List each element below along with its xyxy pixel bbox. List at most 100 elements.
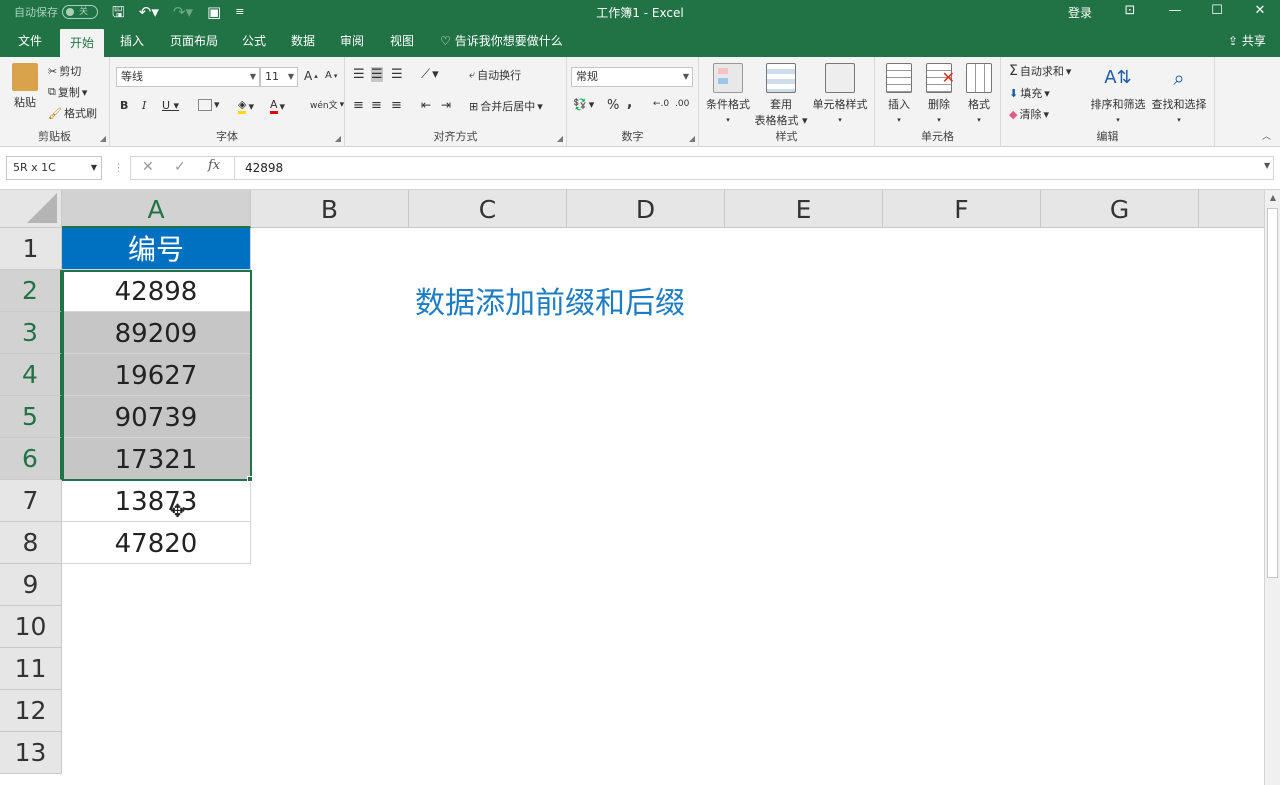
tab-view[interactable]: 视图 [380,26,424,57]
bold-button[interactable]: B [120,99,128,112]
accounting-format-button[interactable]: 💱 ▾ [573,98,594,111]
tab-review[interactable]: 审阅 [330,26,374,57]
cell-a3[interactable]: 89209 [62,312,251,354]
increase-font-size-button[interactable]: A ▴ [304,69,318,83]
column-header-h[interactable] [1199,190,1264,228]
cell-a4[interactable]: 19627 [62,354,251,396]
tab-data[interactable]: 数据 [281,26,325,57]
clipboard-launcher-icon[interactable]: ◢ [100,134,106,143]
format-as-table-button[interactable]: 套用 表格格式 ▾ [753,63,809,128]
name-box[interactable]: 5R x 1C ▼ [6,156,102,180]
row-header-5[interactable]: 5 [0,396,62,438]
cut-button[interactable]: ✂ 剪切 [48,63,81,79]
worksheet-grid[interactable]: A B C D E F G 1 2 3 4 5 6 7 8 9 10 11 12… [0,190,1264,785]
number-format-select[interactable]: 常规 ▼ [571,67,693,87]
middle-align-button[interactable]: ☰ [371,67,383,82]
print-preview-icon[interactable]: ▣ [207,3,221,21]
fill-handle[interactable] [247,476,253,482]
italic-button[interactable]: I [142,99,146,112]
autosave-toggle[interactable]: 关 [62,5,98,19]
row-header-3[interactable]: 3 [0,312,62,354]
font-launcher-icon[interactable]: ◢ [335,134,341,143]
undo-icon[interactable]: ↶▾ [139,3,159,21]
cell-a5[interactable]: 90739 [62,396,251,438]
maximize-button[interactable]: ☐ [1197,0,1237,24]
align-left-button[interactable]: ≡ [353,98,364,113]
font-size-select[interactable]: 11 ▼ [260,67,298,87]
increase-decimal-button[interactable]: ←.0 [653,99,669,109]
decrease-indent-button[interactable]: ⇤ [421,98,431,112]
cell-a6[interactable]: 17321 [62,438,251,480]
cell-a2[interactable]: 42898 [62,270,251,312]
row-header-7[interactable]: 7 [0,480,62,522]
merge-center-button[interactable]: ⊞ 合并后居中 ▾ [469,98,543,114]
bottom-align-button[interactable]: ☰ [391,67,403,82]
column-header-b[interactable]: B [251,190,409,228]
ribbon-display-options-icon[interactable]: ⊡ [1110,0,1150,24]
row-header-12[interactable]: 12 [0,690,62,732]
tab-page-layout[interactable]: 页面布局 [160,26,228,57]
cell-a7[interactable]: 13873 [62,480,251,522]
sort-filter-button[interactable]: A⇅ 排序和筛选 ▾ [1089,63,1147,125]
row-header-11[interactable]: 11 [0,648,62,690]
column-header-f[interactable]: F [883,190,1041,228]
row-header-8[interactable]: 8 [0,522,62,564]
number-launcher-icon[interactable]: ◢ [689,134,695,143]
tab-home[interactable]: 开始 [60,29,105,57]
column-header-d[interactable]: D [567,190,725,228]
row-header-10[interactable]: 10 [0,606,62,648]
scroll-up-icon[interactable]: ▲ [1265,190,1280,206]
find-select-button[interactable]: ⌕ 查找和选择 ▾ [1149,63,1209,125]
top-align-button[interactable]: ☰ [353,67,365,82]
note-text[interactable]: 数据添加前缀和后缀 [415,278,685,322]
decrease-font-size-button[interactable]: A ▾ [325,70,337,81]
column-header-c[interactable]: C [409,190,567,228]
redo-icon[interactable]: ↷▾ [173,3,193,21]
column-header-e[interactable]: E [725,190,883,228]
autosum-button[interactable]: Σ 自动求和 ▾ [1009,63,1071,79]
sign-in-link[interactable]: 登录 [1068,4,1092,21]
tab-file[interactable]: 文件 [8,26,52,57]
borders-button[interactable]: ▾ [198,98,220,111]
row-header-4[interactable]: 4 [0,354,62,396]
save-icon[interactable]: 🖫 [112,3,125,21]
row-header-9[interactable]: 9 [0,564,62,606]
tell-me-search[interactable]: ♡ 告诉我你想要做什么 [440,26,563,57]
row-header-2[interactable]: 2 [0,270,62,312]
row-header-1[interactable]: 1 [0,228,62,270]
format-cells-button[interactable]: 格式 ▾ [961,63,997,125]
minimize-button[interactable]: — [1155,0,1195,24]
delete-cells-button[interactable]: ✕ 删除 ▾ [921,63,957,125]
select-all-button[interactable] [0,190,62,228]
percent-style-button[interactable]: % [607,98,619,113]
fill-button[interactable]: ⬇ 填充 ▾ [1009,85,1050,101]
comma-style-button[interactable]: , [627,95,632,111]
collapse-ribbon-icon[interactable]: ︿ [1262,129,1271,142]
column-header-a[interactable]: A [62,190,251,228]
tab-formulas[interactable]: 公式 [232,26,276,57]
expand-formula-icon[interactable]: ▼ [1264,161,1270,170]
font-name-select[interactable]: 等线 ▼ [116,67,260,87]
formula-input[interactable]: 42898 [234,156,1274,180]
underline-button[interactable]: U ▾ [162,99,179,112]
fill-color-button[interactable]: ◈ ▾ [238,98,254,114]
tab-insert[interactable]: 插入 [110,26,154,57]
column-header-g[interactable]: G [1041,190,1199,228]
cell-a1[interactable]: 编号 [62,228,251,270]
conditional-formatting-button[interactable]: 条件格式 ▾ [703,63,753,125]
share-button[interactable]: ⇪ 共享 [1228,26,1266,57]
align-center-button[interactable]: ≡ [371,98,382,113]
enter-check-icon[interactable]: ✓ [174,159,186,175]
increase-indent-button[interactable]: ⇥ [441,98,451,112]
align-right-button[interactable]: ≡ [391,98,402,113]
row-header-6[interactable]: 6 [0,438,62,480]
vertical-scrollbar[interactable]: ▲ [1264,190,1280,785]
decrease-decimal-button[interactable]: .00 [675,99,689,109]
clear-button[interactable]: ◆ 清除 ▾ [1009,106,1049,122]
autosave-switch[interactable]: 自动保存 关 [14,4,98,20]
cancel-icon[interactable]: ✕ [142,159,154,175]
copy-button[interactable]: ⧉ 复制 ▾ [48,84,87,100]
orientation-button[interactable]: ⟋ ▾ [421,67,439,82]
format-painter-button[interactable]: 🖌 格式刷 [48,105,97,121]
insert-function-icon[interactable]: fx [208,158,220,173]
